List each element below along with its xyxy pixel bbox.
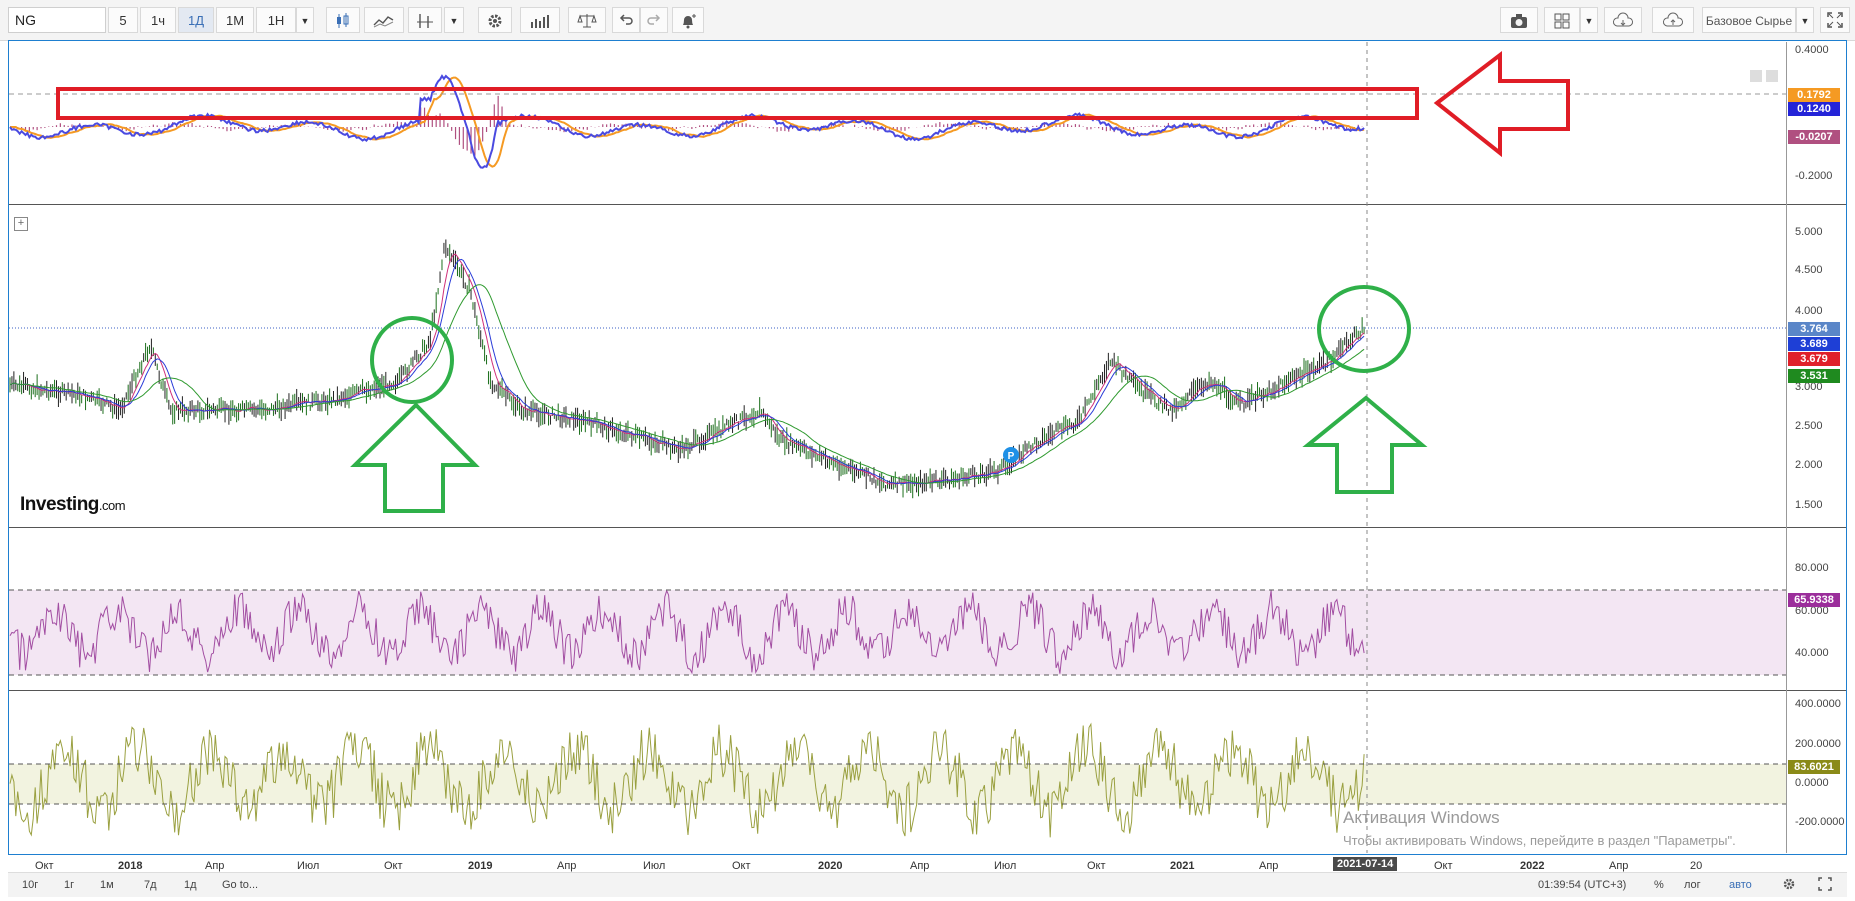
ma-slow-value: 3.531 <box>1788 369 1840 383</box>
macd-tick: 0.4000 <box>1795 44 1829 56</box>
bottom-toolbar: 10г 1г 1м 7д 1д Go to... 01:39:54 (UTC+3… <box>8 872 1847 897</box>
auto-scale-button[interactable]: авто <box>1729 877 1752 893</box>
chart-canvas: P <box>9 42 1786 853</box>
annotation-green-arrow-up <box>350 402 480 513</box>
rsi-tick: 40.000 <box>1795 647 1829 659</box>
pane-minimize-icon[interactable] <box>1750 70 1762 82</box>
chart-settings-gear-icon[interactable] <box>1782 877 1796 893</box>
x-axis-label: Окт <box>1434 860 1453 872</box>
cci-tick: 200.0000 <box>1795 738 1841 750</box>
x-axis-label: 20 <box>1690 860 1703 872</box>
annotation-green-circle <box>370 316 454 404</box>
macd-histogram <box>13 95 1363 156</box>
annotation-red-arrow-left <box>1433 50 1570 158</box>
percent-scale-button[interactable]: % <box>1654 877 1664 893</box>
x-axis-label: 2020 <box>818 860 843 872</box>
x-axis-label: Окт <box>384 860 403 872</box>
price-bars <box>9 239 1365 499</box>
last-price-value: 3.764 <box>1788 322 1840 336</box>
ma-mid-line <box>9 258 1365 485</box>
annotation-green-arrow-up <box>1302 395 1428 494</box>
log-scale-button[interactable]: лог <box>1684 877 1701 893</box>
x-axis-label: Окт <box>1087 860 1106 872</box>
macd-tick: -0.2000 <box>1795 170 1833 182</box>
x-axis-label: Апр <box>910 860 930 872</box>
price-tick: 4.000 <box>1795 305 1823 317</box>
x-axis-label: Апр <box>1259 860 1279 872</box>
clock-time: 01:39:54 (UTC+3) <box>1538 879 1627 891</box>
go-to-date-button[interactable]: Go to... <box>222 877 258 893</box>
windows-activation-subtitle: Чтобы активировать Windows, перейдите в … <box>1343 833 1736 848</box>
price-tick: 2.000 <box>1795 459 1823 471</box>
x-axis-label: Окт <box>732 860 751 872</box>
investing-logo: Investing.com <box>20 494 126 515</box>
pane-expand-icon[interactable]: + <box>14 217 28 231</box>
x-axis-label: Окт <box>35 860 54 872</box>
pane-close-icon[interactable] <box>1766 70 1778 82</box>
range-1m-button[interactable]: 1м <box>100 877 114 893</box>
x-axis-label: 2019 <box>468 860 493 872</box>
ma-fast-value: 3.689 <box>1788 337 1840 351</box>
x-axis-label: Апр <box>1609 860 1629 872</box>
windows-activation-title: Активация Windows <box>1343 808 1500 827</box>
rsi-band-fill <box>9 590 1786 675</box>
x-axis-label: Апр <box>205 860 225 872</box>
rsi-value: 65.9338 <box>1788 593 1840 607</box>
range-10y-button[interactable]: 10г <box>22 877 38 893</box>
macd-histogram-value: -0.0207 <box>1788 130 1840 144</box>
range-1y-button[interactable]: 1г <box>64 877 74 893</box>
x-axis-label: Июл <box>994 860 1017 872</box>
macd-signal-value: 0.1792 <box>1788 88 1840 102</box>
macd-line-value: 0.1240 <box>1788 102 1840 116</box>
price-tick: 1.500 <box>1795 499 1823 511</box>
x-axis-label: Июл <box>297 860 320 872</box>
cci-indicator <box>9 722 1786 838</box>
cci-value: 83.6021 <box>1788 760 1840 774</box>
annotation-red-rectangle <box>56 87 1419 120</box>
cci-tick: 400.0000 <box>1795 698 1841 710</box>
cci-band-fill <box>9 764 1786 804</box>
price-tick: 5.000 <box>1795 226 1823 238</box>
x-axis-label: Июл <box>643 860 666 872</box>
event-marker-label: P <box>1008 451 1015 462</box>
range-1d-button[interactable]: 1д <box>184 877 197 893</box>
rsi-indicator <box>9 589 1786 675</box>
x-axis-label: 2022 <box>1520 860 1545 872</box>
x-axis-label: Апр <box>557 860 577 872</box>
x-axis-label: 2021 <box>1170 860 1195 872</box>
rsi-tick: 80.000 <box>1795 562 1829 574</box>
cci-tick: 0.0000 <box>1795 777 1829 789</box>
price-series <box>9 239 1365 499</box>
cci-tick: -200.0000 <box>1795 816 1845 828</box>
crosshair-date-label: 2021-07-14 <box>1333 857 1398 871</box>
ma-fast-line <box>9 253 1365 485</box>
range-7d-button[interactable]: 7д <box>144 877 157 893</box>
x-axis-label: 2018 <box>118 860 143 872</box>
fullscreen-small-icon[interactable] <box>1818 877 1832 893</box>
ma-slow-line <box>9 284 1365 484</box>
ma-mid-value: 3.679 <box>1788 352 1840 366</box>
price-tick: 2.500 <box>1795 420 1823 432</box>
price-tick: 4.500 <box>1795 264 1823 276</box>
